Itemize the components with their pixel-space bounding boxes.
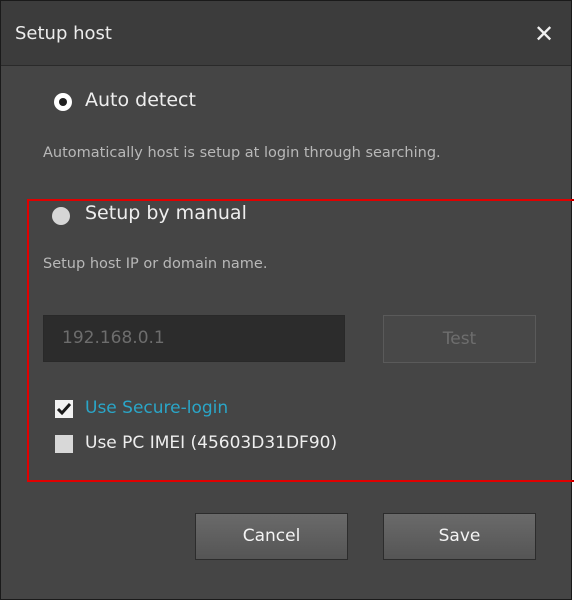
close-icon[interactable]: ✕: [529, 19, 559, 49]
auto-detect-label: Auto detect: [85, 89, 196, 111]
radio-unselected-icon[interactable]: [52, 207, 70, 225]
pc-imei-label: Use PC IMEI (45603D31DF90): [85, 433, 338, 453]
save-button[interactable]: Save: [383, 513, 536, 560]
cancel-button[interactable]: Cancel: [195, 513, 348, 560]
setup-by-manual-label: Setup by manual: [85, 202, 247, 224]
host-ip-input[interactable]: 192.168.0.1: [43, 315, 345, 362]
checkmark-icon: [56, 403, 72, 416]
auto-detect-description: Automatically host is setup at login thr…: [43, 145, 441, 161]
dialog-titlebar: Setup host ✕: [1, 1, 571, 66]
manual-description: Setup host IP or domain name.: [43, 256, 268, 272]
setup-host-dialog: Setup host ✕ Auto detect Automatically h…: [0, 0, 572, 600]
test-button[interactable]: Test: [383, 315, 536, 363]
radio-selected-icon[interactable]: [54, 93, 72, 111]
checkbox-unchecked[interactable]: [55, 435, 73, 453]
dialog-title: Setup host: [15, 23, 112, 44]
secure-login-label: Use Secure-login: [85, 398, 229, 418]
checkbox-checked[interactable]: [55, 400, 73, 418]
